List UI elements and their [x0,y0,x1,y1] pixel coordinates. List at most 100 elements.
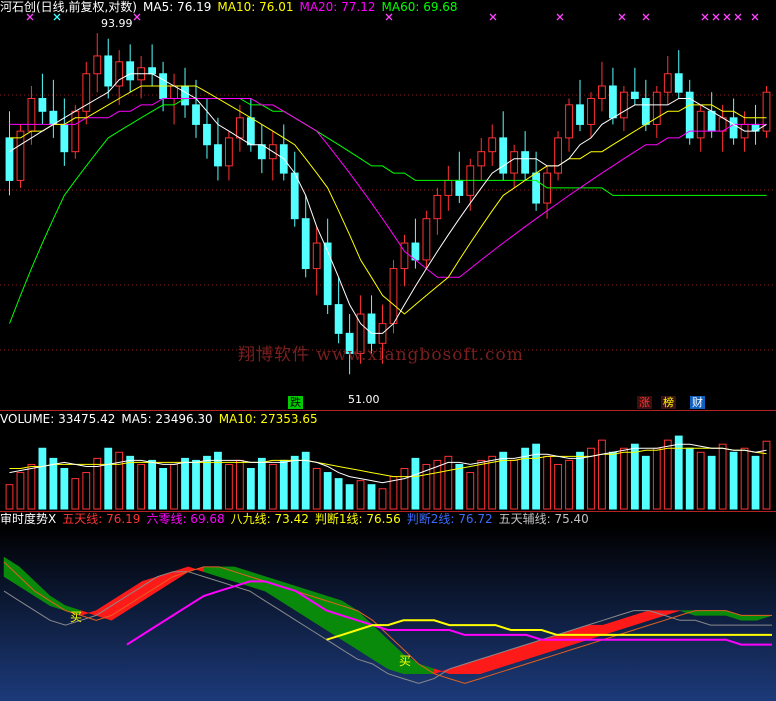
five-aux-label: 五天辅线: 75.40 [498,512,589,526]
volume-bar [82,472,91,510]
bang-badge: 榜 [661,396,676,409]
candle-body [422,218,431,261]
candle-body [630,91,639,99]
indicator-name: 审时度势X [0,512,57,526]
ma5-label: MA5: 76.19 [143,0,212,14]
judge1-label: 判断1线: 76.56 [314,512,401,526]
candle-body [641,97,650,125]
volume-bar [619,447,628,510]
candle-body [510,151,519,174]
candle-body [16,130,25,181]
volume-bar [455,463,464,510]
volume-bar [740,447,749,510]
volume-bar [279,459,288,510]
volume-bar [323,472,332,510]
candle-body [82,73,91,112]
high-price-label: 93.99 [101,17,133,30]
volume-bar [674,435,683,510]
volume-bar [444,455,453,510]
candle-body [455,179,464,196]
volume-bar [334,478,343,510]
candle-body [389,268,398,325]
volume-bar [192,459,200,510]
volume-bar [718,443,727,510]
volume-bar [751,455,760,510]
volume-bar [290,455,299,510]
volume-bar [466,472,475,510]
candle-body [334,304,343,334]
judge-ribbon-segment [741,615,757,621]
buy-signal-2: 买 [399,654,412,668]
cai-badge: 财 [690,396,705,409]
volume-bar [235,459,244,510]
judge2-label: 判断2线: 76.72 [406,512,493,526]
volume-bar [5,484,14,510]
vol-ma5-label: MA5: 23496.30 [121,412,213,426]
volume-bar [60,468,69,510]
candle-body [5,137,14,181]
volume-bar [257,457,266,510]
volume-bar [510,459,519,510]
volume-bar [126,455,135,510]
volume-bar [609,451,617,510]
volume-bar [400,468,409,510]
volume-bar [345,484,354,510]
candle-body [729,117,738,139]
indicator-header: 审时度势X 五天线: 76.19 六零线: 69.68 八九线: 73.42 判断1线:… [0,512,595,526]
six-zero-label: 六零线: 69.68 [146,512,225,526]
volume-bar [598,439,606,510]
volume-bar [411,457,420,510]
volume-bar [49,457,58,510]
zhang-badge: 涨 [637,396,652,409]
ma20-label: MA20: 77.12 [299,0,376,14]
volume-bar [367,484,376,510]
volume-bar [356,480,365,510]
candle-body [203,123,211,146]
candle-body [576,104,584,125]
volume-bar [203,455,211,510]
volume-bar [696,451,705,510]
candle-body [192,104,200,125]
candle-body [707,110,716,132]
buy-signal-1: 买 [70,610,83,624]
volume-bar [268,463,277,510]
volume-bar [729,451,738,510]
price-header: 河石创(日线,前复权,对数) MA5: 76.19 MA10: 76.01 MA20:… [0,0,464,14]
judge-ribbon-segment [694,610,711,616]
volume-bar [246,468,255,510]
ma60-label: MA60: 69.68 [381,0,458,14]
volume-bar [159,468,167,510]
candle-body [148,67,157,75]
candle-body [301,218,310,270]
volume-bar [115,451,124,510]
five-day-label: 五天线: 76.19 [62,512,141,526]
volume-bar [137,463,146,510]
vol-ma10-label: MA10: 27353.65 [218,412,318,426]
volume-bar [554,463,562,510]
candle-body [126,61,135,81]
candle-body [93,55,102,75]
volume-bar [565,459,573,510]
candle-body [214,144,222,167]
candle-body [181,85,189,106]
candle-body [521,151,530,174]
volume-bar [16,472,25,510]
ma10-label: MA10: 76.01 [217,0,294,14]
candle-body [38,97,47,112]
eight-nine-label: 八九线: 73.42 [230,512,309,526]
candle-body [619,91,628,119]
volume-bar [170,463,178,510]
volume-bar [38,447,47,510]
volume-header: VOLUME: 33475.42 MA5: 23496.30 MA10: 27353… [0,412,324,426]
candle-body [488,137,497,153]
candle-body [225,137,233,167]
volume-bar [762,440,771,510]
die-badge: 跌 [288,396,303,409]
candle-body [290,172,299,220]
candle-body [565,104,573,139]
volume-bar [312,468,321,510]
candle-body [696,110,705,139]
volume-bar [378,488,387,510]
volume-bar [521,447,530,510]
volume-bar [477,459,486,510]
